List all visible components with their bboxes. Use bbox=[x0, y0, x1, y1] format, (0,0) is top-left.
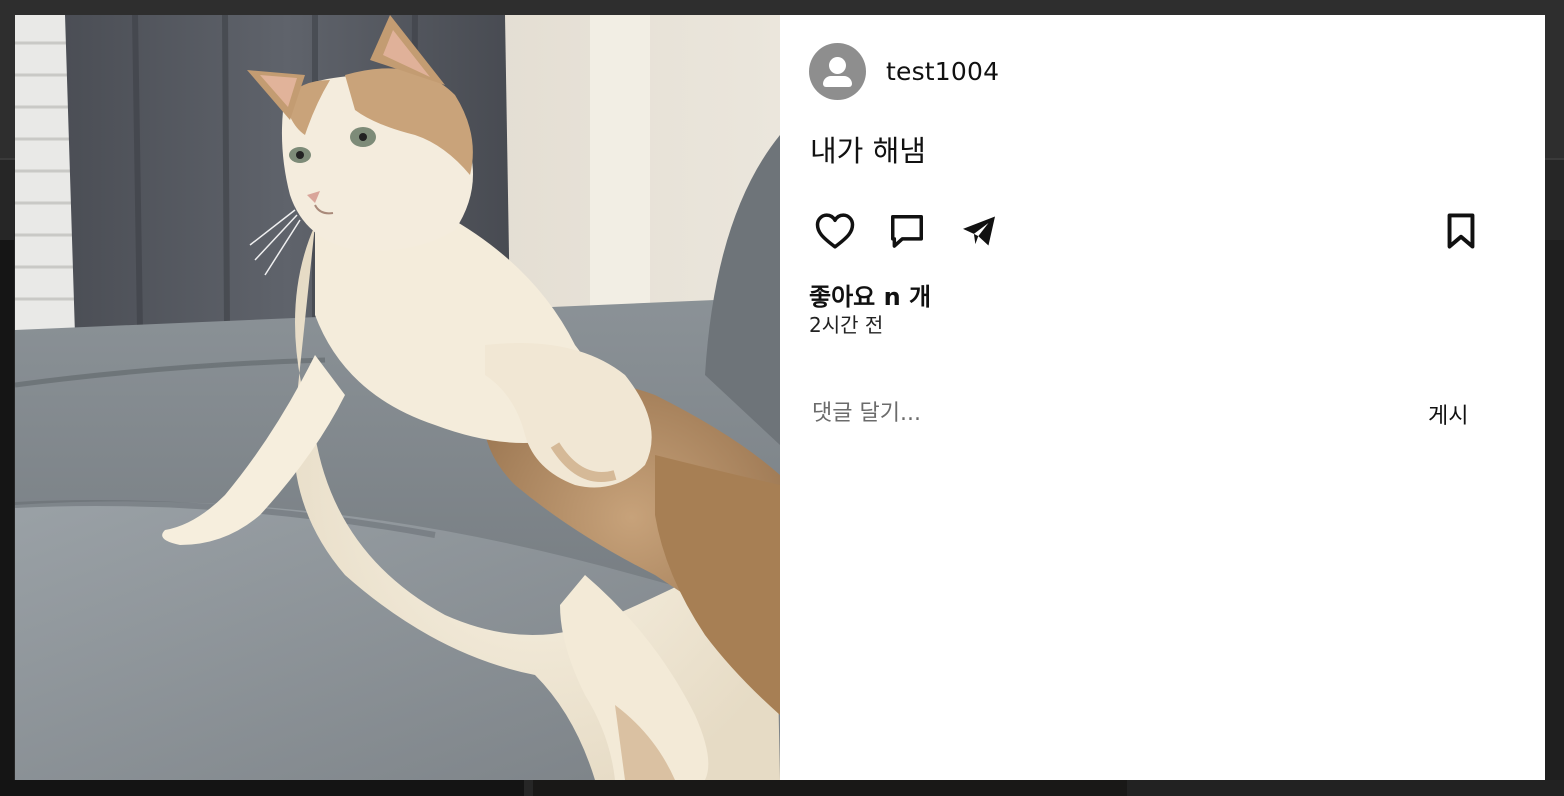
backdrop-tile bbox=[1127, 780, 1564, 796]
save-button[interactable] bbox=[1440, 210, 1482, 252]
post-comment-button[interactable]: 게시 bbox=[1428, 398, 1468, 430]
cat-photo-illustration bbox=[15, 15, 780, 780]
post-caption: 내가 해냄 bbox=[810, 134, 926, 168]
comment-input[interactable] bbox=[812, 395, 1372, 431]
likes-count[interactable]: 좋아요 n 개 bbox=[809, 277, 931, 312]
post-photo bbox=[15, 15, 780, 780]
backdrop-tile bbox=[0, 780, 524, 796]
heart-icon bbox=[815, 213, 855, 249]
bookmark-icon bbox=[1447, 213, 1475, 249]
share-button[interactable] bbox=[958, 210, 1000, 252]
backdrop-tile bbox=[1545, 240, 1564, 796]
paper-plane-icon bbox=[963, 216, 995, 246]
user-avatar-icon[interactable] bbox=[809, 43, 866, 100]
username[interactable]: test1004 bbox=[886, 57, 999, 86]
comment-icon bbox=[891, 215, 923, 248]
post-detail-modal: test1004 내가 해냄 좋아요 n 개 2시간 전 댓글 달기... 게시 bbox=[15, 15, 1545, 780]
post-author: test1004 bbox=[809, 43, 999, 100]
post-info-panel: test1004 내가 해냄 좋아요 n 개 2시간 전 댓글 달기... 게시 bbox=[780, 15, 1545, 780]
post-actions bbox=[815, 210, 1512, 252]
comment-button[interactable] bbox=[886, 210, 928, 252]
post-timestamp: 2시간 전 bbox=[809, 313, 884, 337]
like-button[interactable] bbox=[814, 210, 856, 252]
backdrop-tile bbox=[0, 240, 14, 796]
backdrop-tile bbox=[533, 780, 1127, 796]
